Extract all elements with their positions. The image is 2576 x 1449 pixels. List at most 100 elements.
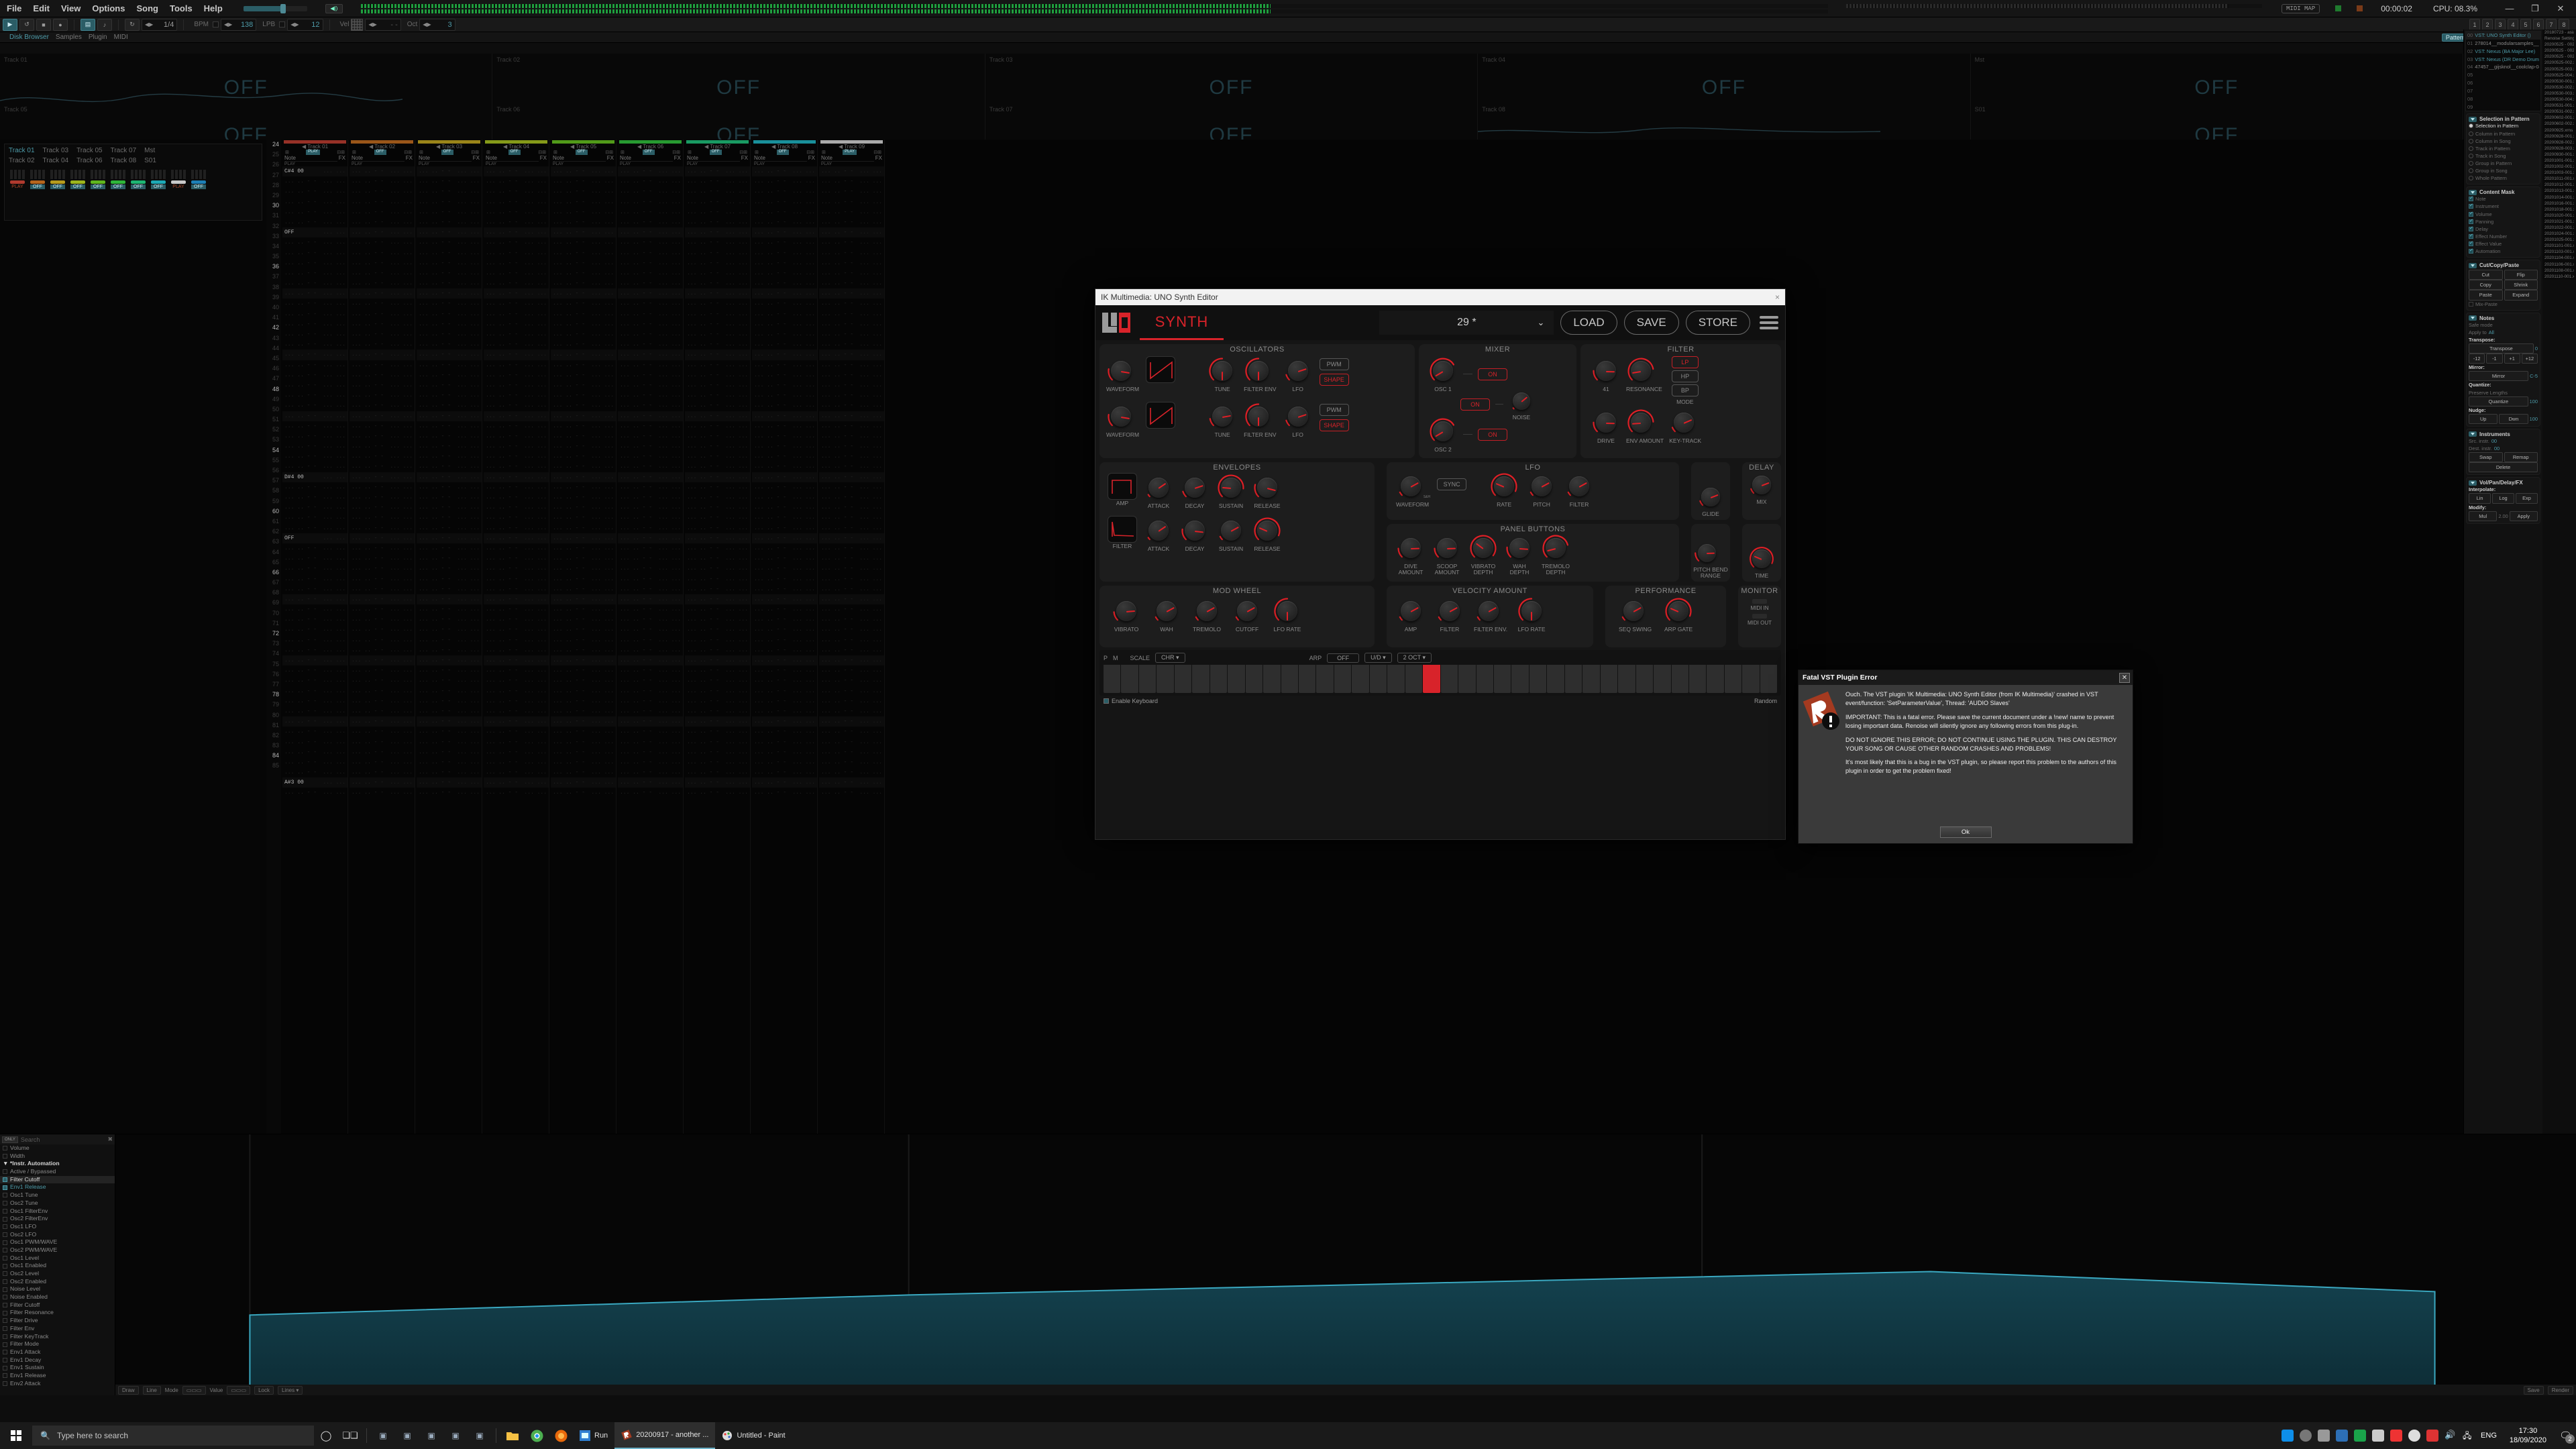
knob-lfo-rate[interactable]: RATE: [1489, 472, 1519, 508]
pattern-cell[interactable]: ... .. - -... ...: [417, 380, 482, 390]
automation-parameter-row[interactable]: Filter Resonance: [0, 1309, 115, 1317]
pattern-cell[interactable]: ... .. - -... ...: [685, 788, 750, 798]
pattern-cell[interactable]: ... .. - -... ...: [618, 268, 683, 278]
pattern-cell[interactable]: ... .. - -... ...: [618, 655, 683, 666]
pattern-cell[interactable]: ... .. - -... ...: [484, 278, 549, 288]
pattern-cell[interactable]: ... .. - -... ...: [551, 227, 616, 238]
automation-parameter-row[interactable]: Filter Cutoff: [0, 1301, 115, 1309]
pattern-cell[interactable]: ... .. - -... ...: [551, 788, 616, 798]
shrink-button[interactable]: Shrink: [2504, 280, 2538, 290]
pattern-cell[interactable]: ... .. - -... ...: [819, 319, 884, 329]
knob-env2-decay[interactable]: DECAY: [1180, 516, 1210, 552]
automation-parameter-row[interactable]: Osc2 FilterEnv: [0, 1215, 115, 1223]
pattern-cell[interactable]: ... .. - -... ...: [819, 757, 884, 767]
remove-column-icon[interactable]: ⊟⊞: [337, 150, 345, 155]
checkbox-icon[interactable]: [2469, 195, 2473, 203]
pattern-cell[interactable]: ... .. - -... ...: [819, 716, 884, 727]
pattern-cell[interactable]: ... .. - -... ...: [819, 737, 884, 747]
content-mask-item[interactable]: Panning: [2469, 218, 2538, 225]
pattern-cell[interactable]: ... .. - -... ...: [417, 533, 482, 543]
radio-icon[interactable]: [2469, 146, 2473, 151]
pattern-cell[interactable]: ... .. - -... ...: [282, 645, 347, 655]
pattern-cell[interactable]: ... .. - -... ...: [685, 258, 750, 268]
track-state-7[interactable]: OFF: [131, 184, 146, 189]
notification-center-icon[interactable]: 🗨 2: [2559, 1430, 2575, 1444]
sample-list-item[interactable]: 20201011-001.xrns: [2544, 176, 2574, 182]
pattern-cell[interactable]: ... .. - -... ...: [417, 594, 482, 605]
transpose-plus12[interactable]: +12: [2521, 354, 2538, 364]
pattern-cell[interactable]: ... .. - -... ...: [484, 686, 549, 696]
knob-lfo-waveform[interactable]: WAVEFORM: [1396, 472, 1429, 508]
nudge-value[interactable]: 100: [2530, 415, 2538, 423]
pattern-cell[interactable]: ... .. - -... ...: [417, 451, 482, 462]
pattern-cell[interactable]: ... .. - -... ...: [685, 472, 750, 482]
octave-field[interactable]: ◀▶ 3: [419, 18, 455, 31]
key-29[interactable]: [1618, 665, 1635, 693]
key-7[interactable]: [1228, 665, 1245, 693]
remove-column-icon[interactable]: ⊟⊞: [739, 150, 747, 155]
pattern-cell[interactable]: ... .. - -... ...: [618, 370, 683, 380]
sample-list-item[interactable]: 20200930-001.xrns: [2544, 152, 2574, 158]
pattern-cell[interactable]: ... .. - -... ...: [752, 604, 817, 614]
pattern-cell[interactable]: ... .. - -... ...: [618, 502, 683, 513]
pattern-cell[interactable]: ... .. - -... ...: [819, 339, 884, 350]
pattern-cell[interactable]: ... .. - -... ...: [752, 207, 817, 217]
pattern-cell[interactable]: ... .. - -... ...: [618, 482, 683, 492]
knob-env1-decay[interactable]: DECAY: [1180, 473, 1210, 509]
pattern-cell[interactable]: ... .. - -... ...: [417, 462, 482, 472]
pattern-cell[interactable]: ... .. - -... ...: [350, 227, 415, 238]
pattern-cell[interactable]: ... .. - -... ...: [618, 441, 683, 451]
track-state-toggle[interactable]: OFF: [709, 150, 722, 155]
pattern-cell[interactable]: ... .. - -... ...: [752, 686, 817, 696]
pattern-cell[interactable]: ... .. - -... ...: [819, 197, 884, 207]
sample-list-item[interactable]: 20200530-002.xrns: [2544, 85, 2574, 91]
add-column-icon[interactable]: ⊞: [352, 150, 356, 155]
sample-list-item[interactable]: 20201022-001.xrns: [2544, 225, 2574, 231]
pattern-cell[interactable]: ... .. - -... ...: [819, 543, 884, 553]
pattern-cell[interactable]: ... .. - -... ...: [551, 574, 616, 584]
key-9[interactable]: [1263, 665, 1281, 693]
pattern-cell[interactable]: ... .. - -... ...: [819, 441, 884, 451]
pattern-cell[interactable]: ... .. - -... ...: [685, 411, 750, 421]
expand-button[interactable]: Expand: [2504, 290, 2538, 301]
pattern-cell[interactable]: ... .. - -... ...: [685, 237, 750, 248]
pattern-cell[interactable]: ... .. - -... ...: [819, 390, 884, 400]
key-8[interactable]: [1245, 665, 1263, 693]
instrument-list-item[interactable]: 00 VST: UNO Synth Editor (): [2466, 32, 2540, 40]
pattern-cell[interactable]: ... .. - -... ...: [282, 553, 347, 564]
pattern-cell[interactable]: ... .. - -... ...: [417, 237, 482, 248]
osc2-on-button[interactable]: ON: [1478, 428, 1507, 441]
sample-list-item[interactable]: 20200525 - 002 - uno synth 6 - restart.x…: [2544, 48, 2574, 54]
knob-osc1-waveform[interactable]: WAVEFORM: [1106, 356, 1139, 392]
pattern-cell[interactable]: ... .. - -... ...: [618, 400, 683, 411]
pattern-cell[interactable]: ... .. - -... ...: [618, 360, 683, 370]
pattern-cell[interactable]: ... .. - -... ...: [819, 166, 884, 177]
pattern-cell[interactable]: ... .. - -... ...: [752, 431, 817, 441]
close-icon[interactable]: ✕: [2119, 672, 2130, 683]
pattern-cell[interactable]: ... .. - -... ...: [282, 288, 347, 299]
pattern-cell[interactable]: ... .. - -... ...: [417, 523, 482, 533]
pattern-cell[interactable]: ... .. - -... ...: [752, 248, 817, 258]
envelope-icon[interactable]: [3, 1177, 7, 1183]
pattern-cell[interactable]: ... .. - -... ...: [484, 462, 549, 472]
pattern-cell[interactable]: ... .. - -... ...: [819, 614, 884, 625]
pattern-cell[interactable]: ... .. - -... ...: [417, 696, 482, 706]
pattern-cell[interactable]: ... .. - -... ...: [819, 248, 884, 258]
pattern-cell[interactable]: ... .. - -... ...: [484, 706, 549, 716]
track-name-08[interactable]: Track 08: [111, 157, 137, 164]
pattern-cell[interactable]: ... .. - -... ...: [685, 777, 750, 788]
pattern-cell[interactable]: ... .. - -... ...: [350, 523, 415, 533]
pattern-cell[interactable]: ... .. - -... ...: [752, 451, 817, 462]
close-button[interactable]: ✕: [2548, 1, 2573, 17]
pattern-cell[interactable]: ... .. - -... ...: [484, 227, 549, 238]
pattern-cell[interactable]: ... .. - -... ...: [417, 390, 482, 400]
pattern-cell[interactable]: ... .. - -... ...: [618, 329, 683, 339]
pattern-cell[interactable]: ... .. - -... ...: [350, 502, 415, 513]
pattern-cell[interactable]: ... .. - -... ...: [282, 482, 347, 492]
pattern-cell[interactable]: ... .. - -... ...: [551, 777, 616, 788]
pattern-cell[interactable]: ... .. - -... ...: [282, 319, 347, 329]
pattern-cell[interactable]: ... .. - -... ...: [484, 533, 549, 543]
pattern-cell[interactable]: ... .. - -... ...: [282, 350, 347, 360]
pattern-cell[interactable]: ... .. - -... ...: [685, 635, 750, 645]
pattern-cell[interactable]: ... .. - -... ...: [819, 176, 884, 186]
